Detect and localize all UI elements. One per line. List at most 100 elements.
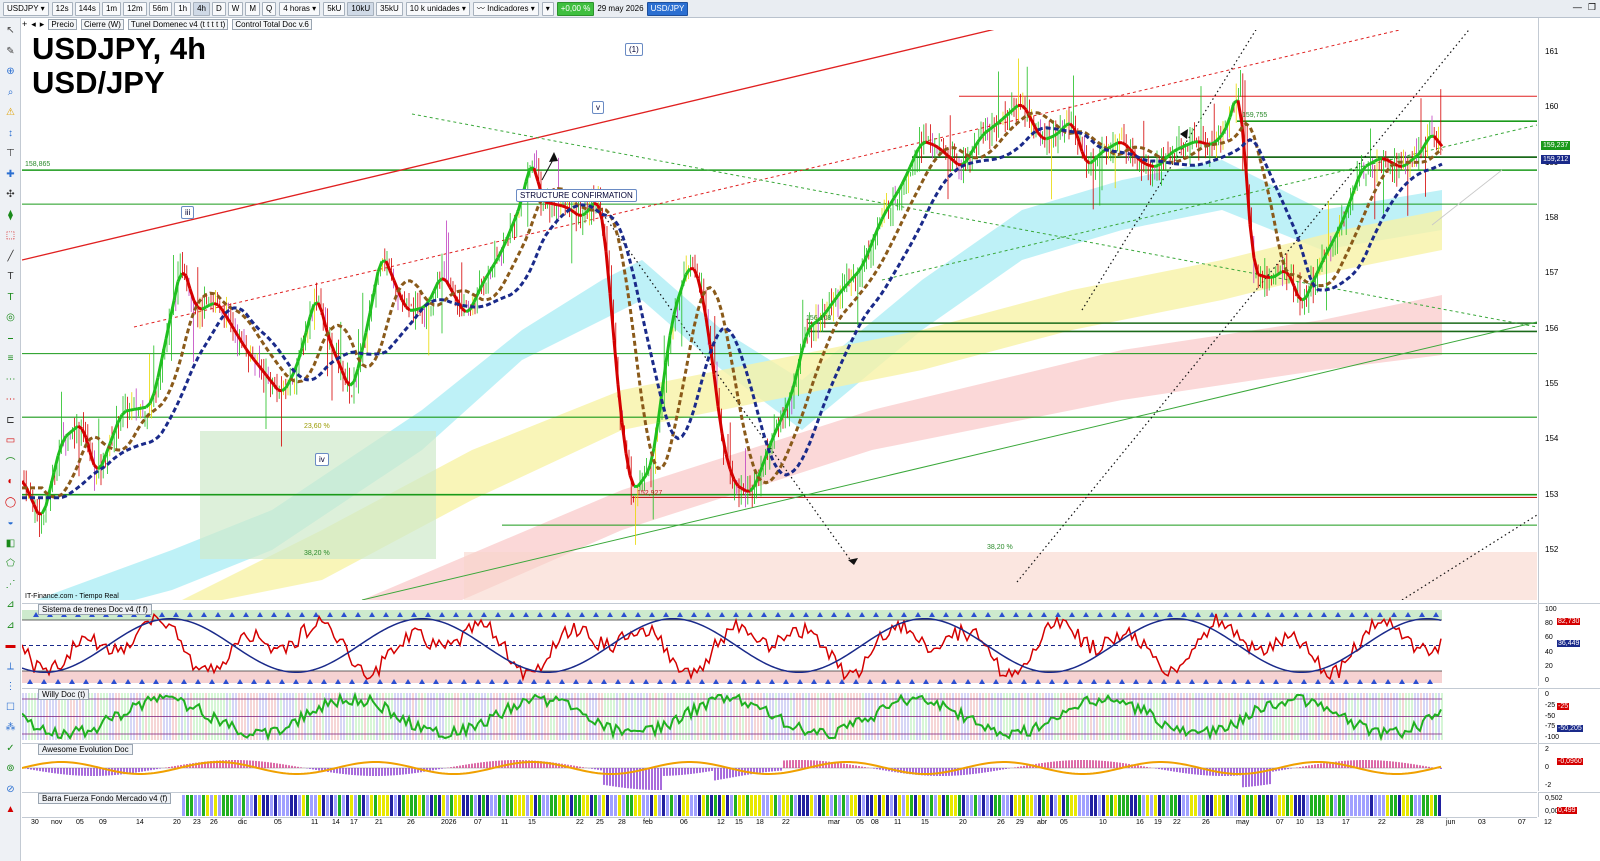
price-line-segment (664, 335, 672, 363)
measure-icon[interactable]: ↕ (4, 127, 17, 140)
volume-button-35ku[interactable]: 35kU (376, 1, 403, 16)
dots-icon[interactable]: ⋯ (4, 373, 17, 386)
time-axis[interactable]: 30 nov 05 09 14 20 23 26 dic 05 11 14 17 21 26 2026 07 11… (22, 817, 1552, 829)
stars-icon[interactable]: ⁂ (4, 721, 17, 734)
wave-label-1[interactable]: (1) (625, 43, 643, 56)
pentagon-icon[interactable]: ⬠ (4, 557, 17, 570)
barra-panel[interactable] (22, 792, 1537, 817)
up-icon[interactable]: ▲ (4, 803, 17, 816)
timeframe-button-12m[interactable]: 12m (123, 1, 147, 16)
check-icon[interactable]: ✓ (4, 742, 17, 755)
crosshair-icon[interactable]: ⊕ (4, 65, 17, 78)
restore-icon[interactable]: ❐ (1588, 2, 1596, 13)
wave-label-iv[interactable]: iv (315, 453, 329, 466)
time-axis-tick: 11 (894, 819, 902, 826)
symbol-selector[interactable]: USDJPY ▾ (3, 1, 49, 16)
timeframe-button-144s[interactable]: 144s (74, 1, 100, 16)
arc-icon[interactable]: ⌒ (4, 455, 17, 469)
move-icon[interactable]: ✣ (4, 188, 17, 201)
checkbox-icon[interactable]: ☐ (4, 701, 17, 714)
price-line-segment (512, 210, 520, 222)
vdots-icon[interactable]: ⋮ (4, 680, 17, 693)
trading-app: { "toolbar": { "symbol": "USDJPY", "time… (0, 0, 1600, 861)
legend-item-price[interactable]: Precio (48, 18, 78, 30)
interval-selector[interactable]: 4 horas ▾ (279, 1, 321, 16)
timeframe-button-1m[interactable]: 1m (101, 1, 122, 16)
ellipse-icon[interactable]: ◯ (4, 496, 17, 509)
pencil-icon[interactable]: ✎ (4, 45, 17, 58)
awesome-panel-label[interactable]: Awesome Evolution Doc (38, 744, 133, 755)
units-selector[interactable]: 10 k unidades ▾ (405, 1, 470, 16)
price-line-segment (216, 303, 224, 311)
options-button[interactable]: ▾ (541, 1, 554, 16)
alert-icon[interactable]: ⚠ (4, 106, 17, 119)
indicators-button[interactable]: 〰 Indicadores ▾ (472, 1, 539, 16)
rect-icon[interactable]: ⬚ (4, 229, 17, 242)
timeframe-button-56m[interactable]: 56m (148, 1, 173, 16)
circle-icon[interactable]: ◎ (4, 311, 17, 324)
legend-add-icon[interactable]: + (22, 19, 27, 29)
dots-alt-icon[interactable]: ⋯ (4, 393, 17, 406)
legend-forward-icon[interactable]: ▸ (40, 19, 45, 30)
willy-panel-label[interactable]: Willy Doc (t) (38, 689, 90, 700)
triangle-alt-icon[interactable]: ⊿ (4, 619, 17, 632)
timeframe-button-m[interactable]: M (245, 1, 261, 16)
legend-back-icon[interactable]: ◂ (31, 19, 36, 30)
legend-item-close[interactable]: Cierre (W) (81, 18, 124, 30)
timeframe-button-12s[interactable]: 12s (51, 1, 73, 16)
split-icon[interactable]: ◧ (4, 537, 17, 550)
trend-panel[interactable] (22, 603, 1537, 686)
semi-icon[interactable]: ◒ (4, 516, 17, 529)
cursor-icon[interactable]: ↖ (4, 24, 17, 37)
barra-bar (266, 795, 269, 816)
diamond-icon[interactable]: ⧫ (4, 209, 17, 222)
timeframe-button-1h[interactable]: 1h (174, 1, 192, 16)
hline-icon[interactable]: ⊤ (4, 147, 17, 160)
triangle-icon[interactable]: ⊿ (4, 598, 17, 611)
fan-icon[interactable]: ⋰ (4, 578, 17, 591)
minimize-icon[interactable]: — (1573, 2, 1582, 13)
timeframe-button-q[interactable]: Q (262, 1, 277, 16)
bracket-icon[interactable]: ⊏ (4, 414, 17, 427)
text-icon[interactable]: T (4, 270, 17, 283)
perp-icon[interactable]: ⟂ (4, 660, 17, 673)
main-price-chart[interactable] (22, 30, 1537, 600)
volume-button-10ku[interactable]: 10kU (347, 1, 375, 16)
price-axis[interactable]: 161160159158157156155154153152159,237159… (1538, 18, 1600, 603)
box-icon[interactable]: ▭ (4, 434, 17, 447)
barra-bar (1302, 795, 1305, 816)
timeframe-button-d[interactable]: D (212, 1, 226, 16)
price-line-segment (352, 368, 360, 383)
wave-label-iii[interactable]: iii (181, 206, 195, 219)
legend-item-tunel[interactable]: Tunel Domenec v4 (t t t t t) (127, 18, 229, 30)
willy-panel[interactable] (22, 688, 1537, 743)
legend-item-control[interactable]: Control Total Doc v.6 (232, 18, 312, 30)
line-icon[interactable]: ⎯ (4, 332, 17, 345)
delete-icon[interactable]: ⊘ (4, 783, 17, 796)
cross-icon[interactable]: ✚ (4, 168, 17, 181)
barra-bar (1378, 795, 1381, 816)
volume-button-5ku[interactable]: 5kU (323, 1, 346, 16)
interval-label: 4 horas (283, 3, 310, 13)
timeframe-button-w[interactable]: W (227, 1, 244, 16)
price-label-158865: 158,865 (25, 161, 51, 168)
timeframe-button-4h[interactable]: 4h (193, 1, 210, 16)
structure-confirmation-label[interactable]: STRUCTURE CONFIRMATION (516, 189, 637, 202)
zoom-icon[interactable]: ⌕ (4, 86, 17, 99)
barra-bar (474, 795, 477, 816)
barra-bar (238, 795, 241, 816)
willy-axis-tick: -75 (1545, 723, 1556, 731)
barra-bar (602, 795, 605, 816)
awesome-panel[interactable] (22, 743, 1537, 791)
bar-icon[interactable]: ▬ (4, 639, 17, 652)
barra-panel-label[interactable]: Barra Fuerza Fondo Mercado v4 (f) (38, 793, 172, 804)
wave-label-v[interactable]: v (592, 101, 604, 114)
text-alt-icon[interactable]: T (4, 291, 17, 304)
half-circle-icon[interactable]: ◐ (4, 475, 17, 488)
target-icon[interactable]: ⊚ (4, 762, 17, 775)
trend-panel-label[interactable]: Sistema de trenes Doc v4 (f f) (38, 604, 152, 615)
channel-icon[interactable]: ≡ (4, 352, 17, 365)
price-line-segment (372, 271, 380, 293)
willy-axis-tick: -50 (1545, 712, 1556, 720)
trendline-icon[interactable]: ╱ (4, 250, 17, 263)
